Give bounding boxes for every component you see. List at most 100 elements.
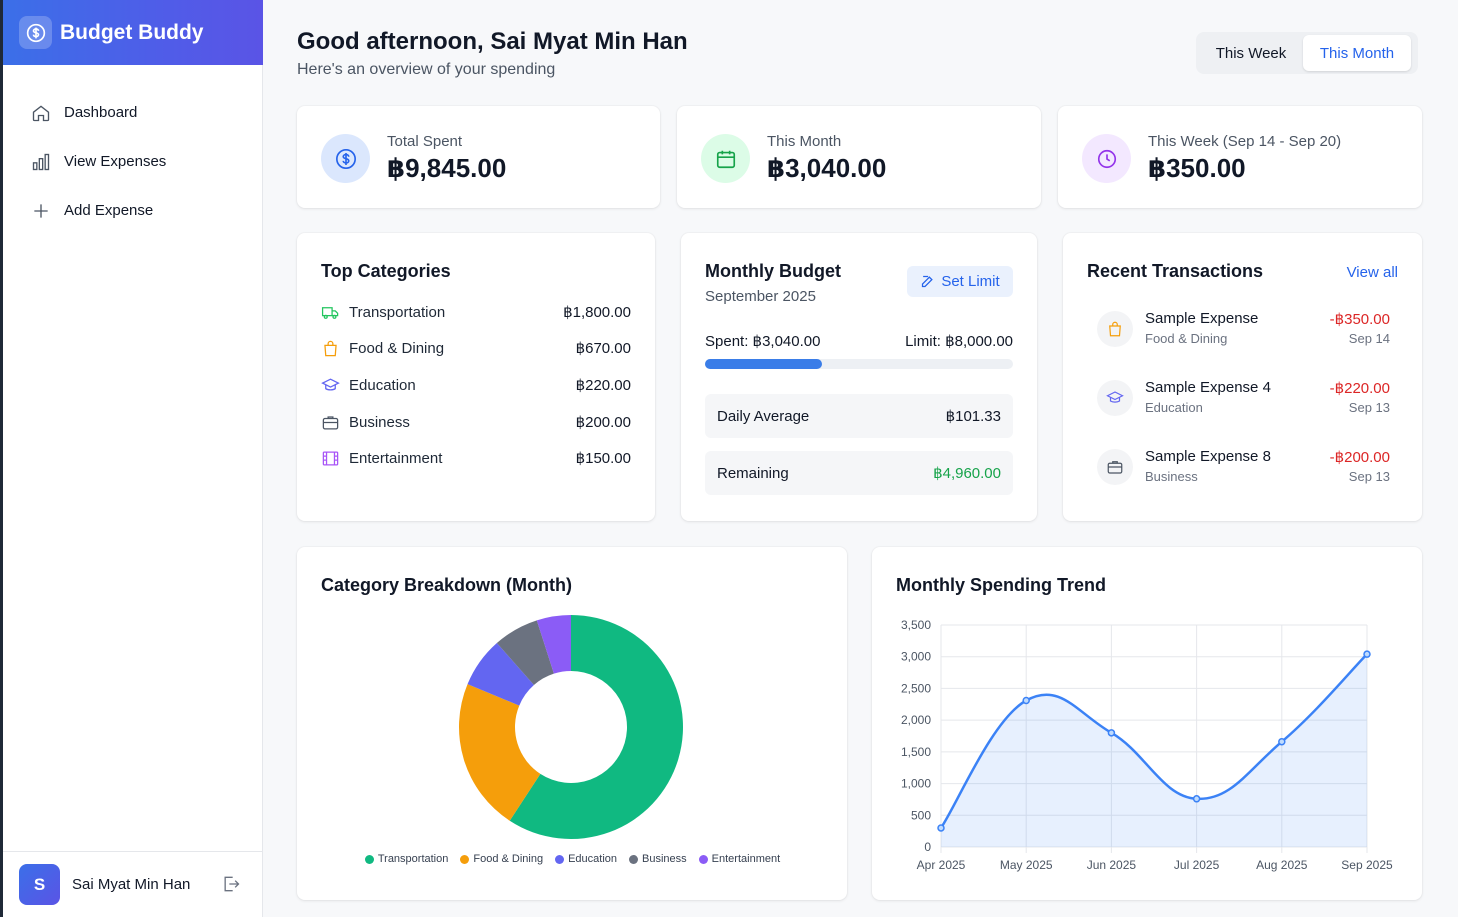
page-title: Good afternoon, Sai Myat Min Han (297, 28, 688, 55)
budget-progress-fill (705, 359, 823, 369)
category-row: Entertainment ฿150.00 (321, 447, 631, 469)
stat-value: ฿350.00 (1148, 153, 1246, 183)
sidebar-item-view-expenses[interactable]: View Expenses (3, 137, 263, 186)
transaction-date: Sep 14 (1348, 331, 1390, 346)
remaining-row: Remaining ฿4,960.00 (705, 451, 1013, 495)
category-label: Entertainment (349, 449, 443, 467)
limit-text: Limit: ฿8,000.00 (905, 333, 1013, 350)
plus-icon (34, 203, 48, 218)
period-toggle: This Week This Month (1196, 32, 1418, 74)
legend-item[interactable]: Business (629, 853, 687, 865)
sidebar-item-add-expense[interactable]: Add Expense (3, 186, 263, 235)
calendar-icon (701, 134, 750, 183)
transaction-category: Education (1145, 400, 1203, 415)
category-label: Food & Dining (349, 339, 445, 357)
sidebar-item-dashboard[interactable]: Dashboard (3, 88, 263, 137)
graduation-cap-icon (321, 377, 340, 390)
data-point[interactable] (1363, 650, 1371, 658)
y-tick-label: 2,000 (901, 713, 931, 727)
category-label: Education (349, 376, 416, 394)
stat-card-this-week: This Week (Sep 14 - Sep 20) ฿350.00 (1058, 106, 1422, 208)
data-point[interactable] (1022, 696, 1030, 705)
page-subtitle: Here's an overview of your spending (297, 61, 556, 78)
stat-label: This Month (767, 133, 842, 150)
dollar-circle-icon (321, 134, 370, 183)
user-name: Sai Myat Min Han (72, 876, 191, 893)
transaction-amount: -฿220.00 (1329, 380, 1390, 397)
briefcase-icon (1097, 449, 1133, 485)
category-row: Food & Dining ฿670.00 (321, 337, 631, 359)
y-tick-label: 3,000 (901, 650, 931, 664)
sidebar-item-label: Dashboard (64, 104, 138, 121)
graduation-cap-icon (1097, 380, 1133, 416)
legend-item[interactable]: Entertainment (698, 853, 781, 865)
daily-average-value: ฿101.33 (945, 408, 1001, 425)
category-amount: ฿200.00 (575, 414, 631, 431)
trend-chart: 0 500 1,000 1,500 2,000 2,500 3,000 3,500 Apr 20… (901, 618, 1393, 872)
transaction-category: Food & Dining (1145, 331, 1228, 346)
y-tick-label: 3,500 (901, 618, 931, 632)
category-amount: ฿220.00 (575, 377, 631, 394)
chart-legend: Transportation Food & Dining Education Busi… (297, 853, 848, 865)
category-row: Business ฿200.00 (321, 411, 631, 433)
remaining-value: ฿4,960.00 (933, 465, 1001, 482)
legend-label: Entertainment (711, 853, 781, 865)
data-point[interactable] (1278, 737, 1286, 746)
legend-item[interactable]: Food & Dining (460, 853, 543, 865)
daily-average-row: Daily Average ฿101.33 (705, 394, 1013, 438)
donut-chart (459, 615, 683, 839)
data-point[interactable] (1192, 795, 1201, 803)
truck-icon (321, 306, 339, 319)
shopping-bag-icon (324, 340, 337, 356)
data-point[interactable] (1107, 729, 1116, 737)
card-title: Category Breakdown (Month) (321, 575, 573, 595)
transaction-row[interactable]: Sample Expense 8 Business -฿200.00 Sep 1… (1097, 447, 1390, 487)
user-profile: S Sai Myat Min Han (3, 851, 263, 917)
legend-label: Transportation (377, 853, 449, 865)
data-point[interactable] (937, 824, 945, 832)
y-tick-label: 1,000 (901, 777, 931, 791)
category-amount: ฿1,800.00 (563, 304, 631, 321)
avatar: S (19, 864, 60, 905)
legend-item[interactable]: Education (555, 853, 617, 865)
legend-label: Food & Dining (473, 853, 544, 865)
view-all-link[interactable]: View all (1347, 264, 1398, 281)
x-tick-label: Jul 2025 (1174, 858, 1220, 872)
legend-swatch (364, 854, 374, 864)
film-icon (322, 451, 339, 465)
stat-label: This Week (Sep 14 - Sep 20) (1148, 133, 1342, 150)
y-tick-label: 0 (924, 840, 931, 854)
stat-value: ฿3,040.00 (767, 153, 887, 183)
logout-icon[interactable] (221, 874, 241, 894)
stat-card-this-month: This Month ฿3,040.00 (677, 106, 1041, 208)
category-amount: ฿150.00 (575, 450, 631, 467)
x-tick-label: Apr 2025 (917, 858, 966, 872)
category-label: Business (349, 413, 410, 431)
this-month-button[interactable]: This Month (1303, 35, 1411, 71)
monthly-budget-card: Monthly Budget September 2025 Set Limit … (681, 233, 1037, 521)
legend-label: Education (568, 853, 618, 865)
transaction-amount: -฿350.00 (1329, 311, 1390, 328)
legend-item[interactable]: Transportation (364, 853, 449, 865)
transaction-row[interactable]: Sample Expense Food & Dining -฿350.00 Se… (1097, 309, 1390, 349)
budget-month: September 2025 (705, 288, 816, 305)
legend-label: Business (642, 853, 687, 865)
clock-icon (1082, 134, 1131, 183)
transaction-row[interactable]: Sample Expense 4 Education -฿220.00 Sep … (1097, 378, 1390, 418)
legend-swatch (629, 854, 639, 864)
brand-header[interactable]: Budget Buddy (3, 0, 263, 65)
x-tick-label: Jun 2025 (1087, 858, 1137, 872)
spent-text: Spent: ฿3,040.00 (705, 333, 821, 350)
transaction-amount: -฿200.00 (1329, 449, 1390, 466)
transaction-date: Sep 13 (1348, 400, 1390, 415)
sidebar-item-label: Add Expense (64, 202, 154, 219)
app-name: Budget Buddy (60, 20, 204, 44)
top-categories-card: Top Categories Transportation ฿1,800.00 … (297, 233, 655, 521)
this-week-button[interactable]: This Week (1199, 35, 1303, 71)
daily-average-label: Daily Average (717, 407, 810, 425)
transaction-name: Sample Expense (1145, 310, 1259, 327)
set-limit-label: Set Limit (941, 273, 1000, 290)
set-limit-button[interactable]: Set Limit (907, 266, 1013, 297)
card-title: Recent Transactions (1087, 261, 1264, 281)
y-tick-label: 500 (911, 808, 931, 822)
